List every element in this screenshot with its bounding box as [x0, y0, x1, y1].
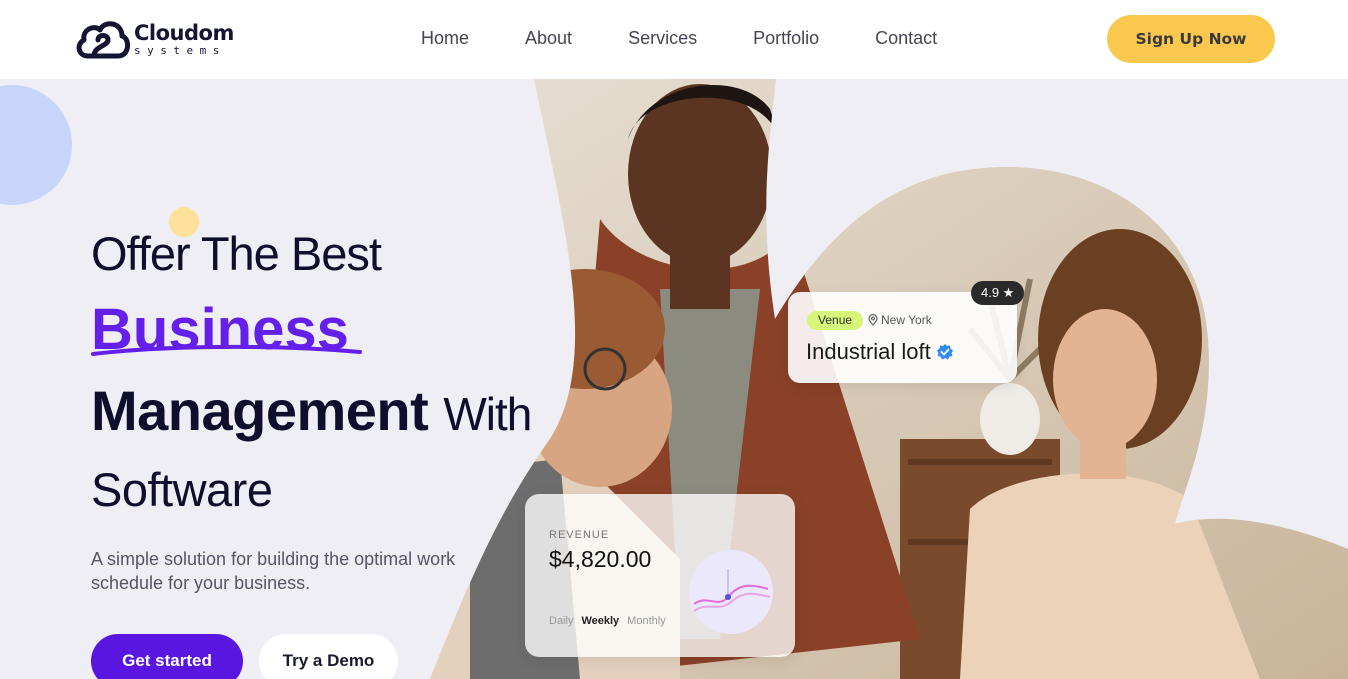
sign-up-button[interactable]: Sign Up Now [1107, 15, 1275, 63]
brand-name: Cloudom [134, 20, 234, 45]
nav-link-about[interactable]: About [525, 28, 572, 49]
hero-heading-line3: Management With [91, 378, 532, 443]
hero-subtitle: A simple solution for building the optim… [91, 549, 456, 593]
venue-location: New York [868, 313, 932, 327]
verified-badge-icon [936, 344, 953, 360]
main-menu: Home About Services Portfolio Contact [421, 28, 993, 49]
try-demo-button[interactable]: Try a Demo [259, 634, 398, 679]
revenue-value: $4,820.00 [549, 546, 652, 572]
hero-heading-light-word: With [443, 388, 532, 440]
revenue-period-tabs: Daily Weekly Monthly [549, 615, 674, 627]
nav-link-home[interactable]: Home [421, 28, 469, 49]
revenue-card[interactable]: REVENUE $4,820.00 Daily Weekly Monthly [525, 494, 795, 657]
location-pin-icon [868, 314, 878, 326]
hero-heading-bold-word: Management [91, 379, 429, 442]
brand-tagline: systems [134, 43, 226, 57]
venue-title: Industrial loft [806, 339, 954, 365]
rating-badge: 4.9 ★ [971, 281, 1025, 305]
venue-title-text: Industrial loft [806, 339, 931, 364]
nav-link-services[interactable]: Services [628, 28, 697, 49]
top-navigation: Cloudom systems Home About Services Port… [0, 0, 1348, 79]
hero-heading-line1: Offer The Best [91, 227, 382, 280]
revenue-label: REVENUE [549, 529, 610, 541]
revenue-trend-chart-icon [689, 550, 773, 634]
brand-logo[interactable]: Cloudom systems [74, 16, 234, 62]
cloud-logo-icon [76, 21, 130, 59]
tab-monthly[interactable]: Monthly [627, 615, 666, 627]
highlight-underline-icon [91, 344, 362, 356]
venue-location-text: New York [881, 313, 932, 327]
nav-link-portfolio[interactable]: Portfolio [753, 28, 819, 49]
venue-tag: Venue [807, 311, 864, 330]
get-started-button[interactable]: Get started [91, 634, 243, 679]
tab-daily[interactable]: Daily [549, 615, 573, 627]
venue-card[interactable]: Venue New York Industrial loft [788, 292, 1017, 383]
nav-link-contact[interactable]: Contact [875, 28, 937, 49]
tab-weekly[interactable]: Weekly [581, 615, 619, 627]
hero-heading-line4: Software [91, 463, 273, 516]
